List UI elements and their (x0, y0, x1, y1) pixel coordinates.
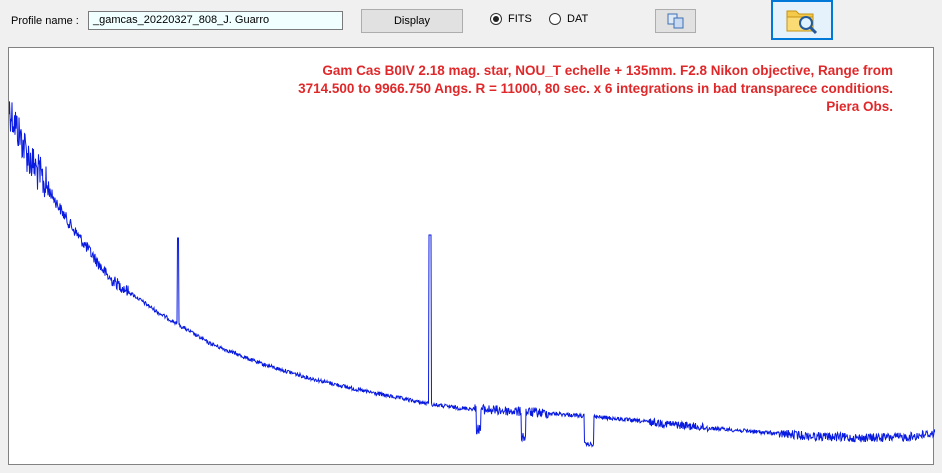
fits-radio-dot[interactable] (490, 13, 502, 25)
folder-search-icon (786, 10, 818, 35)
spectrum-chart: Gam Cas B0IV 2.18 mag. star, NOU_T echel… (8, 47, 935, 465)
dat-radio-dot[interactable] (549, 13, 561, 25)
display-button[interactable]: Display (361, 9, 463, 33)
dat-radio-label: DAT (567, 13, 589, 25)
open-profile-button[interactable] (771, 0, 833, 40)
annotation-line-1: Gam Cas B0IV 2.18 mag. star, NOU_T echel… (322, 63, 893, 78)
profile-name-input[interactable]: _gamcas_20220327_808_J. Guarro (88, 11, 343, 30)
dat-radio[interactable]: DAT (549, 13, 588, 25)
copy-icon (667, 13, 683, 29)
fits-radio[interactable]: FITS (490, 13, 532, 25)
copy-button[interactable] (655, 9, 696, 33)
annotation-line-3: Piera Obs. (826, 99, 893, 114)
annotation-line-2: 3714.500 to 9966.750 Angs. R = 11000, 80… (298, 81, 893, 96)
spectrum-annotation: Gam Cas B0IV 2.18 mag. star, NOU_T echel… (193, 62, 893, 116)
profile-name-label: Profile name : (11, 15, 79, 27)
spectrum-line (9, 101, 935, 448)
fits-radio-label: FITS (508, 13, 532, 25)
